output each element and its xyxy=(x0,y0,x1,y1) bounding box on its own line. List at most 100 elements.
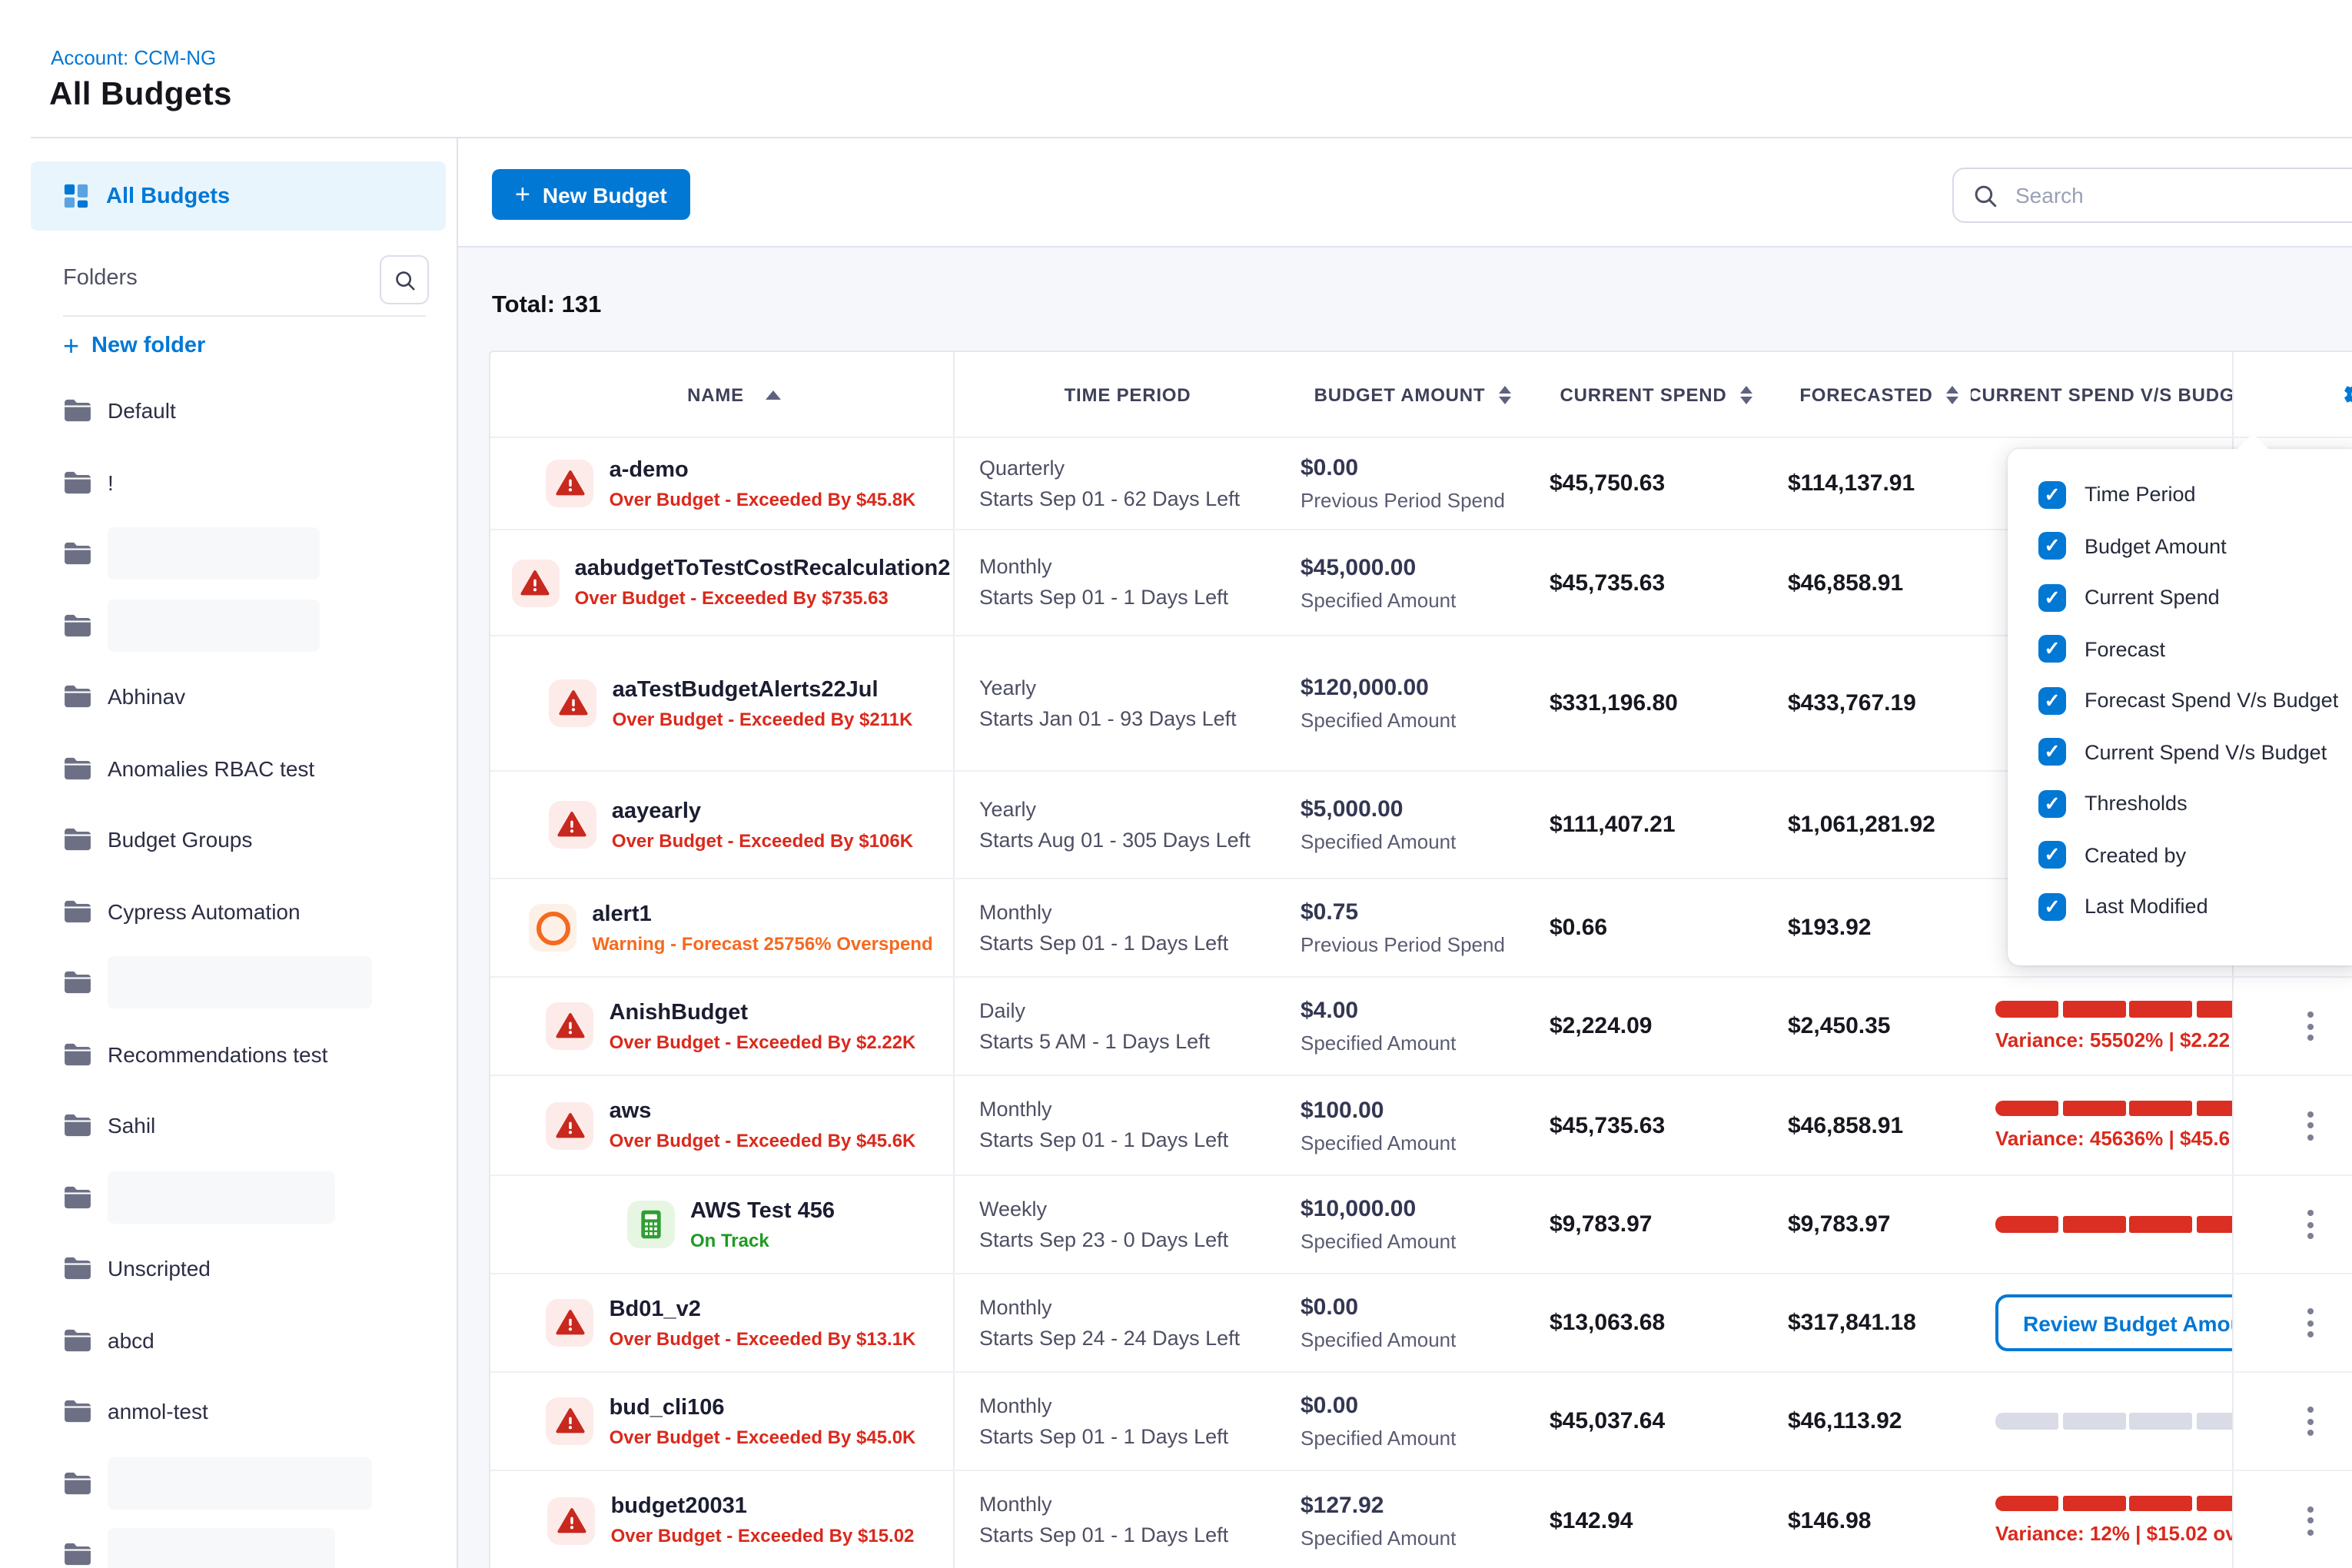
checkbox-checked-icon[interactable]: ✓ xyxy=(2038,687,2066,715)
folder-item[interactable]: anmol-test xyxy=(31,1376,457,1447)
budget-amount-note: Specified Amount xyxy=(1301,1131,1525,1154)
current-spend-cell: $142.94 xyxy=(1525,1471,1763,1568)
sort-icon[interactable] xyxy=(1741,385,1753,404)
row-menu-button[interactable] xyxy=(2304,1506,2317,1535)
table-row[interactable]: budget20031Over Budget - Exceeded By $15… xyxy=(490,1471,2352,1568)
folder-icon xyxy=(63,685,92,709)
table-row[interactable]: Bd01_v2Over Budget - Exceeded By $13.1KM… xyxy=(490,1274,2352,1373)
column-menu-item-label: Time Period xyxy=(2085,483,2196,507)
column-header-forecasted[interactable]: FORECASTED xyxy=(1763,352,1971,437)
time-period-detail: Starts Sep 01 - 62 Days Left xyxy=(979,483,1276,514)
folder-item[interactable]: Budget Groups xyxy=(31,804,457,875)
spend-vs-budget-cell: Variance: 55502% | $2.22 xyxy=(1971,978,2234,1075)
table-row[interactable]: awsOver Budget - Exceeded By $45.6KMonth… xyxy=(490,1076,2352,1176)
budget-amount-cell: $0.00Specified Amount xyxy=(1276,1274,1525,1371)
budget-amount-note: Specified Amount xyxy=(1301,1230,1525,1253)
budgets-search-input[interactable] xyxy=(2012,181,2352,209)
folder-item[interactable] xyxy=(31,1447,457,1519)
folder-icon xyxy=(63,1185,92,1210)
checkbox-checked-icon[interactable]: ✓ xyxy=(2038,584,2066,612)
budget-name: alert1 xyxy=(592,902,932,926)
column-menu-item[interactable]: ✓Last Modified xyxy=(2008,881,2352,932)
folder-item[interactable]: Sahil xyxy=(31,1090,457,1161)
account-breadcrumb-link[interactable]: Account: CCM-NG xyxy=(51,46,216,69)
checkbox-checked-icon[interactable]: ✓ xyxy=(2038,739,2066,766)
table-row[interactable]: AnishBudgetOver Budget - Exceeded By $2.… xyxy=(490,978,2352,1076)
checkbox-checked-icon[interactable]: ✓ xyxy=(2038,481,2066,509)
folder-icon xyxy=(63,542,92,566)
folder-item[interactable]: Anomalies RBAC test xyxy=(31,733,457,804)
budget-amount-cell: $0.75Previous Period Spend xyxy=(1276,879,1525,976)
column-header-budget-amount[interactable]: BUDGET AMOUNT xyxy=(1276,352,1525,437)
folder-item[interactable] xyxy=(31,1161,457,1233)
folder-search-button[interactable] xyxy=(380,255,429,304)
time-period-cell: MonthlyStarts Sep 01 - 1 Days Left xyxy=(955,1471,1276,1568)
folder-name: Unscripted xyxy=(108,1257,211,1281)
folder-item[interactable]: Recommendations test xyxy=(31,1018,457,1090)
folder-item[interactable] xyxy=(31,1519,457,1568)
new-folder-button[interactable]: + New folder xyxy=(63,334,205,358)
folder-item[interactable]: Unscripted xyxy=(31,1233,457,1304)
column-settings-gear-icon[interactable] xyxy=(2340,380,2352,409)
row-menu-button[interactable] xyxy=(2304,1407,2317,1436)
time-period-cell: QuarterlyStarts Sep 01 - 62 Days Left xyxy=(955,438,1276,529)
folder-item[interactable]: Default xyxy=(31,375,457,447)
sidebar-item-all-budgets[interactable]: All Budgets xyxy=(31,161,446,231)
folder-name: abcd xyxy=(108,1328,154,1353)
table-row[interactable]: AWS Test 456On TrackWeeklyStarts Sep 23 … xyxy=(490,1176,2352,1274)
review-budget-amount-button[interactable]: Review Budget Amount xyxy=(1995,1294,2234,1351)
folder-item[interactable]: Abhinav xyxy=(31,661,457,733)
current-spend: $9,783.97 xyxy=(1550,1211,1763,1237)
new-budget-button[interactable]: + New Budget xyxy=(492,169,690,220)
forecasted-cell: $46,858.91 xyxy=(1763,1076,1971,1174)
sort-icon[interactable] xyxy=(1947,385,1959,404)
column-menu-item[interactable]: ✓Budget Amount xyxy=(2008,520,2352,572)
column-menu-item[interactable]: ✓ Time Period xyxy=(2008,469,2352,520)
folder-icon xyxy=(63,1471,92,1496)
column-header-time-period[interactable]: TIME PERIOD xyxy=(955,352,1276,437)
forecasted: $46,858.91 xyxy=(1788,1112,1971,1138)
folder-item[interactable]: abcd xyxy=(31,1304,457,1376)
checkbox-checked-icon[interactable]: ✓ xyxy=(2038,533,2066,560)
checkbox-checked-icon[interactable]: ✓ xyxy=(2038,842,2066,869)
budget-name-cell: AnishBudgetOver Budget - Exceeded By $2.… xyxy=(490,978,955,1075)
column-menu-item[interactable]: ✓Forecast xyxy=(2008,623,2352,675)
checkbox-checked-icon[interactable]: ✓ xyxy=(2038,790,2066,818)
budget-status: Over Budget - Exceeded By $45.6K xyxy=(610,1130,916,1151)
column-menu-item[interactable]: ✓ Current Spend xyxy=(2008,572,2352,623)
folder-item[interactable] xyxy=(31,518,457,590)
column-menu-item[interactable]: ✓Current Spend V/s Budget xyxy=(2008,726,2352,778)
folder-item[interactable]: Cypress Automation xyxy=(31,875,457,947)
column-menu-item[interactable]: ✓Thresholds xyxy=(2008,778,2352,829)
row-menu-button[interactable] xyxy=(2304,1012,2317,1041)
folder-icon xyxy=(63,1543,92,1567)
row-menu-button[interactable] xyxy=(2304,1210,2317,1239)
row-menu-button[interactable] xyxy=(2304,1111,2317,1140)
budget-amount-cell: $10,000.00Specified Amount xyxy=(1276,1176,1525,1273)
column-menu-item[interactable]: ✓Forecast Spend V/s Budget xyxy=(2008,675,2352,726)
column-header-current-spend-v-s-budget[interactable]: CURRENT SPEND V/S BUDGET xyxy=(1971,352,2234,437)
time-period-cell: MonthlyStarts Sep 01 - 1 Days Left xyxy=(955,879,1276,976)
spend-vs-budget-bar xyxy=(1995,1496,2232,1512)
checkbox-checked-icon[interactable]: ✓ xyxy=(2038,636,2066,663)
spend-vs-budget-cell xyxy=(1971,1373,2234,1470)
row-menu-button[interactable] xyxy=(2304,1308,2317,1337)
column-header-name[interactable]: NAME xyxy=(490,352,955,437)
budget-amount: $4.00 xyxy=(1301,998,1525,1024)
sort-ascending-icon[interactable] xyxy=(766,390,781,399)
column-header-current-spend[interactable]: CURRENT SPEND xyxy=(1525,352,1763,437)
sort-icon[interactable] xyxy=(1499,385,1511,404)
column-menu-item-label: Current Spend xyxy=(2085,586,2220,610)
time-period-detail: Starts Sep 01 - 1 Days Left xyxy=(979,928,1276,958)
budget-status: Over Budget - Exceeded By $211K xyxy=(613,708,913,729)
budget-amount-cell: $127.92Specified Amount xyxy=(1276,1471,1525,1568)
budget-name-cell: budget20031Over Budget - Exceeded By $15… xyxy=(490,1471,955,1568)
current-spend: $0.66 xyxy=(1550,915,1763,941)
current-spend-cell: $9,783.97 xyxy=(1525,1176,1763,1273)
folder-item[interactable]: ! xyxy=(31,447,457,518)
folder-item[interactable] xyxy=(31,947,457,1018)
folder-item[interactable] xyxy=(31,590,457,661)
checkbox-checked-icon[interactable]: ✓ xyxy=(2038,893,2066,921)
table-row[interactable]: bud_cli106Over Budget - Exceeded By $45.… xyxy=(490,1373,2352,1471)
column-menu-item[interactable]: ✓Created by xyxy=(2008,829,2352,881)
